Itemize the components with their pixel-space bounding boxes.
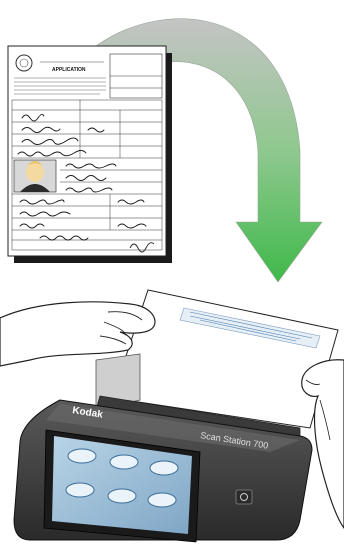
application-form: APPLICATION (7, 45, 172, 263)
power-button[interactable] (235, 489, 253, 505)
screen-button[interactable] (65, 482, 95, 498)
applicant-photo (13, 159, 57, 193)
scan-illustration: APPLICATION Kodak Scan Station 700 (0, 0, 344, 548)
form-title: APPLICATION (52, 67, 86, 73)
screen-button[interactable] (147, 492, 177, 508)
screen-button[interactable] (149, 460, 179, 476)
screen-button[interactable] (67, 448, 97, 464)
screen-button[interactable] (107, 488, 137, 504)
screen-button[interactable] (109, 454, 139, 470)
